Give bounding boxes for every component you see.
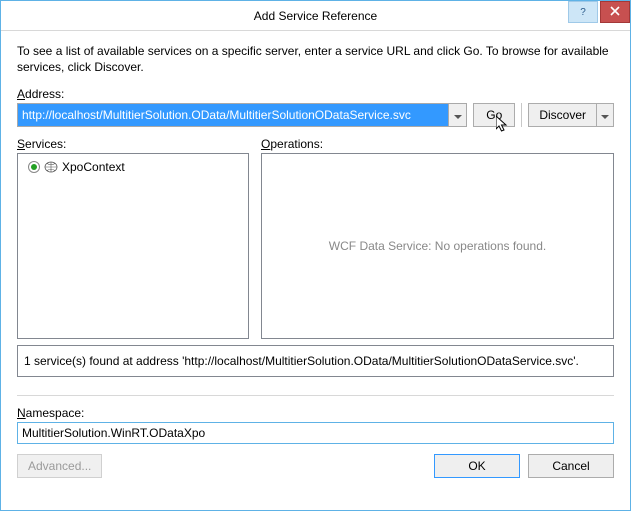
- operations-pane[interactable]: WCF Data Service: No operations found.: [261, 153, 614, 339]
- titlebar-controls: ?: [568, 1, 630, 23]
- namespace-input[interactable]: [17, 422, 614, 444]
- help-button[interactable]: ?: [568, 1, 598, 23]
- services-column: Services: XpoContext: [17, 137, 249, 339]
- titlebar: Add Service Reference ?: [1, 1, 630, 31]
- operations-empty-text: WCF Data Service: No operations found.: [266, 158, 609, 334]
- panes-row: Services: XpoContext Operations: WCF Dat…: [17, 137, 614, 339]
- status-box: 1 service(s) found at address 'http://lo…: [17, 345, 614, 377]
- instructions-text: To see a list of available services on a…: [17, 43, 614, 75]
- svg-text:?: ?: [580, 7, 586, 16]
- close-icon: [610, 5, 620, 19]
- dialog-content: To see a list of available services on a…: [1, 31, 630, 510]
- radio-icon: [28, 161, 40, 173]
- status-text: 1 service(s) found at address 'http://lo…: [24, 354, 579, 368]
- ok-button[interactable]: OK: [434, 454, 520, 478]
- address-label: Address:: [17, 87, 614, 101]
- namespace-label: Namespace:: [17, 406, 614, 420]
- discover-button[interactable]: Discover: [528, 103, 596, 127]
- close-button[interactable]: [600, 1, 630, 23]
- operations-column: Operations: WCF Data Service: No operati…: [261, 137, 614, 339]
- cancel-button[interactable]: Cancel: [528, 454, 614, 478]
- separator: [521, 103, 522, 127]
- services-label: Services:: [17, 137, 249, 151]
- address-input[interactable]: [18, 104, 448, 126]
- discover-dropdown[interactable]: [596, 103, 614, 127]
- chevron-down-icon: [454, 108, 462, 122]
- dialog-window: Add Service Reference ? To see a list of…: [0, 0, 631, 511]
- help-icon: ?: [578, 5, 588, 19]
- operations-label: Operations:: [261, 137, 614, 151]
- chevron-down-icon: [601, 108, 609, 122]
- service-item[interactable]: XpoContext: [22, 158, 244, 176]
- address-row: Go Discover: [17, 103, 614, 127]
- go-button[interactable]: Go: [473, 103, 515, 127]
- address-combo: [17, 103, 467, 127]
- services-pane[interactable]: XpoContext: [17, 153, 249, 339]
- footer-row: Advanced... OK Cancel: [17, 454, 614, 478]
- globe-icon: [44, 161, 58, 173]
- discover-group: Discover: [528, 103, 614, 127]
- address-dropdown[interactable]: [448, 104, 466, 126]
- window-title: Add Service Reference: [254, 9, 377, 23]
- advanced-button[interactable]: Advanced...: [17, 454, 102, 478]
- service-name: XpoContext: [62, 160, 125, 174]
- divider: [17, 395, 614, 396]
